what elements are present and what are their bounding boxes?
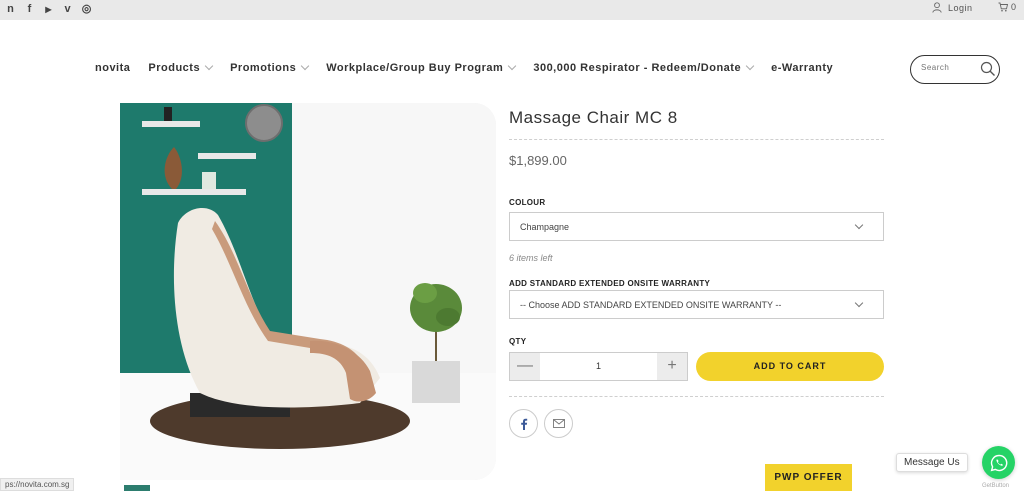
nav-item-label: Promotions — [230, 62, 297, 74]
cart-link[interactable]: 0 — [998, 2, 1016, 12]
nav-item-novita[interactable]: novita — [95, 62, 130, 74]
chevron-down-icon — [508, 61, 517, 71]
nav-item-workplace[interactable]: Workplace/Group Buy Program — [326, 61, 517, 74]
product-thumbnail[interactable] — [124, 485, 150, 491]
search-box — [910, 55, 1000, 84]
browser-status-url: ps://novita.com.sg — [0, 478, 75, 491]
nav-item-products[interactable]: Products — [148, 61, 214, 74]
qty-input[interactable]: 1 — [540, 353, 657, 380]
nav-item-label: novita — [95, 62, 131, 74]
colour-select[interactable]: Champagne — [509, 212, 884, 241]
divider — [509, 396, 884, 397]
whatsapp-button[interactable] — [982, 446, 1015, 479]
user-icon — [932, 2, 942, 13]
nav-item-label: Products — [148, 62, 201, 74]
qty-label: QTY — [509, 337, 527, 346]
add-to-cart-button[interactable]: ADD TO CART — [696, 352, 884, 381]
qty-decrease-button[interactable]: — — [510, 353, 540, 380]
top-bar: n f ▶ v ◎ Login 0 — [0, 0, 1024, 20]
nav-item-label: 300,000 Respirator - Redeem/Donate — [533, 62, 742, 74]
product-title: Massage Chair MC 8 — [509, 108, 678, 127]
facebook-icon[interactable]: f — [23, 3, 36, 16]
social-links: n f ▶ v ◎ — [4, 3, 93, 16]
message-us-tooltip[interactable]: Message Us — [896, 453, 968, 472]
getbutton-credit[interactable]: GetButton — [982, 483, 1009, 489]
divider — [509, 139, 884, 140]
warranty-select-value: -- Choose ADD STANDARD EXTENDED ONSITE W… — [520, 300, 782, 310]
stock-status: 6 items left — [509, 253, 553, 263]
pwp-offer-button[interactable]: PWP OFFER — [765, 464, 852, 491]
chevron-down-icon — [745, 61, 755, 71]
cart-icon — [998, 2, 1008, 12]
login-link[interactable]: Login — [932, 2, 973, 13]
product-image[interactable] — [120, 103, 496, 480]
massage-chair-photo — [120, 103, 496, 480]
warranty-label: ADD STANDARD EXTENDED ONSITE WARRANTY — [509, 279, 711, 288]
facebook-share-button[interactable] — [509, 409, 538, 438]
warranty-select[interactable]: -- Choose ADD STANDARD EXTENDED ONSITE W… — [509, 290, 884, 319]
chevron-down-icon — [300, 61, 310, 71]
facebook-icon — [520, 418, 527, 430]
nav-item-promotions[interactable]: Promotions — [230, 61, 310, 74]
novita-icon[interactable]: n — [4, 3, 17, 16]
colour-select-value: Champagne — [520, 222, 570, 232]
nav-item-ewarranty[interactable]: e-Warranty — [771, 62, 833, 74]
email-icon — [552, 419, 565, 428]
product-price: $1,899.00 — [509, 153, 567, 168]
chevron-down-icon — [854, 220, 864, 230]
whatsapp-icon — [990, 454, 1007, 471]
nav-item-label: e-Warranty — [771, 62, 834, 74]
nav-item-respirator[interactable]: 300,000 Respirator - Redeem/Donate — [533, 61, 755, 74]
email-share-button[interactable] — [544, 409, 573, 438]
chevron-down-icon — [204, 61, 214, 71]
colour-label: COLOUR — [509, 198, 546, 207]
search-icon[interactable] — [980, 61, 996, 77]
chevron-down-icon — [854, 298, 864, 308]
vimeo-icon[interactable]: v — [61, 3, 74, 16]
qty-increase-button[interactable]: + — [657, 353, 687, 380]
cart-count: 0 — [1011, 2, 1017, 12]
instagram-icon[interactable]: ◎ — [80, 3, 93, 16]
search-input[interactable] — [921, 63, 981, 72]
nav-item-label: Workplace/Group Buy Program — [326, 62, 504, 74]
quantity-stepper: — 1 + — [509, 352, 688, 381]
youtube-icon[interactable]: ▶ — [42, 3, 55, 16]
login-label: Login — [948, 2, 973, 13]
main-nav: novita Products Promotions Workplace/Gro… — [95, 61, 851, 74]
